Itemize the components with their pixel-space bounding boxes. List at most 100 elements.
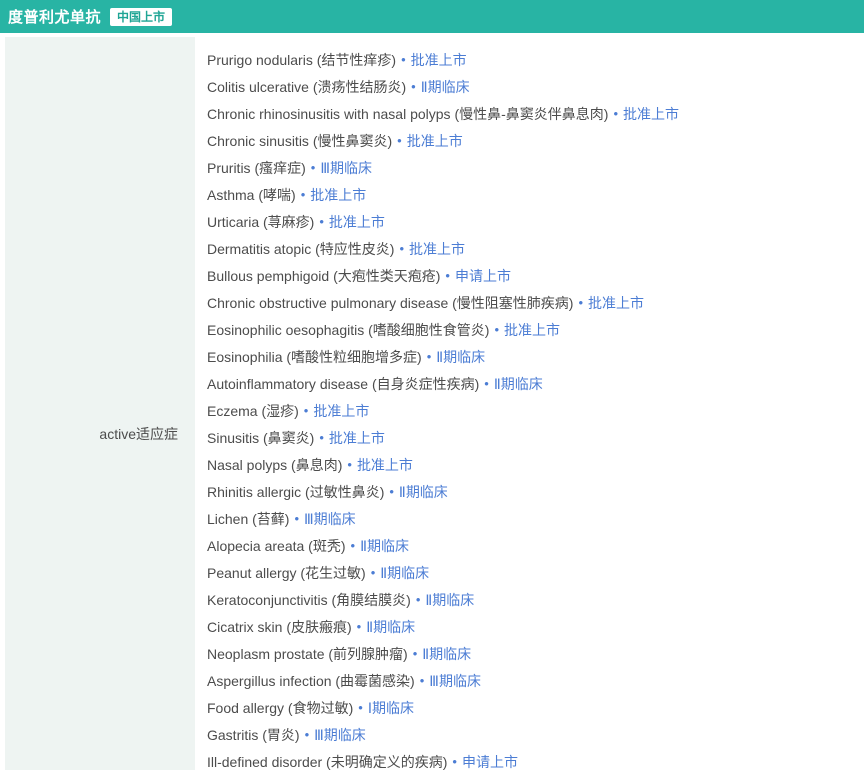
status-link[interactable]: 批准上市 [588,293,644,313]
indication-label: Urticaria (荨麻疹) [207,212,314,232]
bullet-separator-icon: • [578,295,583,310]
status-link[interactable]: Ⅱ期临床 [366,617,415,637]
drug-title: 度普利尤单抗 [8,6,101,27]
bullet-separator-icon: • [319,214,324,229]
indication-row: Nasal polyps (鼻息肉) • 批准上市 [207,451,864,478]
indication-label: Pruritis (瘙痒症) [207,158,306,178]
indication-row: Lichen (苔藓) • Ⅲ期临床 [207,505,864,532]
indication-label: Colitis ulcerative (溃疡性结肠炎) [207,77,406,97]
indication-label: Gastritis (胃炎) [207,725,300,745]
bullet-separator-icon: • [389,484,394,499]
status-link[interactable]: 批准上市 [409,239,465,259]
indication-row: Chronic obstructive pulmonary disease (慢… [207,289,864,316]
row-label: active适应症 [99,424,178,444]
status-link[interactable]: Ⅱ期临床 [421,77,470,97]
status-link[interactable]: Ⅱ期临床 [380,563,429,583]
bullet-separator-icon: • [420,673,425,688]
bullet-separator-icon: • [301,187,306,202]
indication-row: Rhinitis allergic (过敏性鼻炎) • Ⅱ期临床 [207,478,864,505]
indication-label: Asthma (哮喘) [207,185,296,205]
bullet-separator-icon: • [494,322,499,337]
indications-table: active适应症 Prurigo nodularis (结节性痒疹) • 批准上市… [0,37,864,770]
status-link[interactable]: Ⅲ期临床 [304,509,356,529]
indication-row: Ill-defined disorder (未明确定义的疾病) • 申请上市 [207,748,864,770]
indication-label: Food allergy (食物过敏) [207,698,353,718]
indication-label: Neoplasm prostate (前列腺肿瘤) [207,644,408,664]
bullet-separator-icon: • [452,754,457,769]
bullet-separator-icon: • [305,727,310,742]
bullet-separator-icon: • [416,592,421,607]
status-link[interactable]: Ⅰ期临床 [368,698,414,718]
indications-list: Prurigo nodularis (结节性痒疹)•批准上市Colitis ul… [195,37,864,770]
indication-row: Urticaria (荨麻疹) • 批准上市 [207,208,864,235]
status-link[interactable]: Ⅲ期临床 [429,671,481,691]
status-link[interactable]: 批准上市 [357,455,413,475]
indication-row: Neoplasm prostate (前列腺肿瘤) • Ⅱ期临床 [207,640,864,667]
indication-label: Lichen (苔藓) [207,509,289,529]
indication-row: Cicatrix skin (皮肤瘢痕)•Ⅱ期临床 [207,613,864,640]
status-link[interactable]: 批准上市 [411,50,467,70]
indication-row: Pruritis (瘙痒症) • Ⅲ期临床 [207,154,864,181]
status-link[interactable]: Ⅱ期临床 [425,590,474,610]
market-status-badge: 中国上市 [110,8,172,26]
bullet-separator-icon: • [445,268,450,283]
status-link[interactable]: 批准上市 [407,131,463,151]
status-link[interactable]: Ⅲ期临床 [320,158,372,178]
indication-label: Eosinophilia (嗜酸性粒细胞增多症) [207,347,422,367]
status-link[interactable]: 申请上市 [462,752,518,770]
status-link[interactable]: Ⅱ期临床 [494,374,543,394]
bullet-separator-icon: • [484,376,489,391]
indication-row: Chronic rhinosinusitis with nasal polyps… [207,100,864,127]
indication-label: Keratoconjunctivitis (角膜结膜炎) [207,590,411,610]
status-link[interactable]: 批准上市 [329,428,385,448]
drug-header: 度普利尤单抗 中国上市 [0,0,864,33]
indication-label: Rhinitis allergic (过敏性鼻炎) [207,482,384,502]
bullet-separator-icon: • [613,106,618,121]
bullet-separator-icon: • [427,349,432,364]
status-link[interactable]: 批准上市 [310,185,366,205]
status-link[interactable]: Ⅱ期临床 [360,536,409,556]
indication-row: Prurigo nodularis (结节性痒疹) • 批准上市 [207,46,864,73]
bullet-separator-icon: • [357,619,362,634]
indication-label: Eosinophilic oesophagitis (嗜酸细胞性食管炎) [207,320,489,340]
bullet-separator-icon: • [311,160,316,175]
indication-label: Bullous pemphigoid (大疱性类天疱疮) [207,266,440,286]
indication-row: Food allergy (食物过敏)•Ⅰ期临床 [207,694,864,721]
status-link[interactable]: 批准上市 [329,212,385,232]
bullet-separator-icon: • [351,538,356,553]
bullet-separator-icon: • [401,52,406,67]
indication-row: Aspergillus infection (曲霉菌感染) • Ⅲ期临床 [207,667,864,694]
indication-label: Peanut allergy (花生过敏) [207,563,366,583]
indication-label: Nasal polyps (鼻息肉) [207,455,342,475]
status-link[interactable]: 申请上市 [455,266,511,286]
indication-row: Eczema (湿疹)•批准上市 [207,397,864,424]
indication-row: Bullous pemphigoid (大疱性类天疱疮) • 申请上市 [207,262,864,289]
bullet-separator-icon: • [371,565,376,580]
indication-label: Ill-defined disorder (未明确定义的疾病) [207,752,447,770]
indication-label: Chronic sinusitis (慢性鼻窦炎) [207,131,392,151]
indication-label: Prurigo nodularis (结节性痒疹) [207,50,396,70]
indication-row: Eosinophilic oesophagitis (嗜酸细胞性食管炎) • 批准上… [207,316,864,343]
bullet-separator-icon: • [413,646,418,661]
bullet-separator-icon: • [319,430,324,445]
indication-label: Sinusitis (鼻窦炎) [207,428,314,448]
status-link[interactable]: Ⅱ期临床 [399,482,448,502]
status-link[interactable]: Ⅱ期临床 [422,644,471,664]
indication-row: Chronic sinusitis (慢性鼻窦炎)•批准上市 [207,127,864,154]
indication-label: Alopecia areata (斑秃) [207,536,346,556]
indication-row: Colitis ulcerative (溃疡性结肠炎)•Ⅱ期临床 [207,73,864,100]
indication-row: Autoinflammatory disease (自身炎症性疾病) • Ⅱ期临床 [207,370,864,397]
bullet-separator-icon: • [347,457,352,472]
status-link[interactable]: 批准上市 [313,401,369,421]
status-link[interactable]: 批准上市 [504,320,560,340]
bullet-separator-icon: • [294,511,299,526]
status-link[interactable]: Ⅲ期临床 [314,725,366,745]
indication-row: Keratoconjunctivitis (角膜结膜炎) • Ⅱ期临床 [207,586,864,613]
indication-row: Dermatitis atopic (特应性皮炎)•批准上市 [207,235,864,262]
status-link[interactable]: 批准上市 [623,104,679,124]
indication-label: Autoinflammatory disease (自身炎症性疾病) [207,374,479,394]
indication-label: Chronic rhinosinusitis with nasal polyps… [207,104,608,124]
indication-row: Gastritis (胃炎) • Ⅲ期临床 [207,721,864,748]
status-link[interactable]: Ⅱ期临床 [436,347,485,367]
indication-label: Aspergillus infection (曲霉菌感染) [207,671,415,691]
